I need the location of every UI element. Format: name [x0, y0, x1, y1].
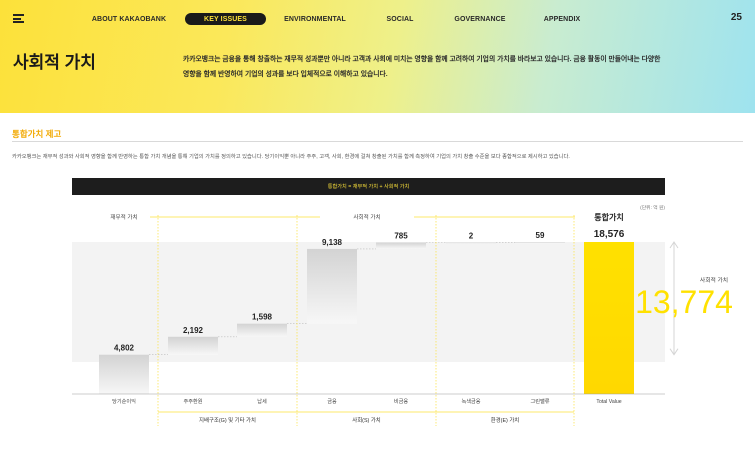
category-label: 납세: [257, 397, 267, 405]
waterfall-bar: [168, 336, 218, 355]
total-value-label: 18,576: [594, 229, 625, 240]
bar-value-label: 2: [469, 231, 474, 240]
chart-background-band: [72, 242, 665, 362]
bottom-group-label: 사회(S) 가치: [352, 416, 381, 424]
waterfall-chart: 4,802 당기순이익 2,192 주주환원 1,598 납세 9,138 금융 785 비금융 2…: [72, 212, 733, 426]
category-label: 주주환원: [183, 397, 202, 405]
category-label: 당기순이익: [112, 397, 136, 405]
total-header: 통합가치: [594, 212, 623, 222]
bar-value-label: 59: [536, 231, 545, 240]
social-value-header: 사회적 가치: [353, 213, 380, 221]
category-label: Total Value: [596, 399, 621, 405]
waterfall-bar: [237, 323, 287, 337]
category-label: 그린밸류: [530, 397, 549, 405]
bottom-group-label: 지배구조(G) 및 기타 가치: [199, 416, 256, 424]
bottom-group-label: 환경(E) 가치: [491, 416, 520, 424]
waterfall-bar: [307, 248, 357, 324]
waterfall-bar: [446, 242, 496, 244]
waterfall-bar: [515, 242, 565, 244]
category-label: 금융: [327, 398, 337, 405]
financial-value-label: 재무적 가치: [110, 213, 137, 221]
total-value-bar: [584, 242, 634, 394]
bar-value-label: 2,192: [183, 326, 204, 335]
category-label: 녹색금융: [461, 397, 480, 405]
waterfall-bar: [376, 242, 426, 249]
social-value-total: 13,774: [635, 284, 733, 320]
bar-value-label: 4,802: [114, 344, 135, 353]
bar-value-label: 785: [394, 231, 408, 240]
social-value-side-label: 사회적 가치: [700, 276, 728, 284]
category-label: 비금융: [394, 397, 409, 405]
waterfall-bar: [99, 354, 149, 394]
bar-value-label: 1,598: [252, 313, 273, 322]
bar-value-label: 9,138: [322, 238, 343, 247]
